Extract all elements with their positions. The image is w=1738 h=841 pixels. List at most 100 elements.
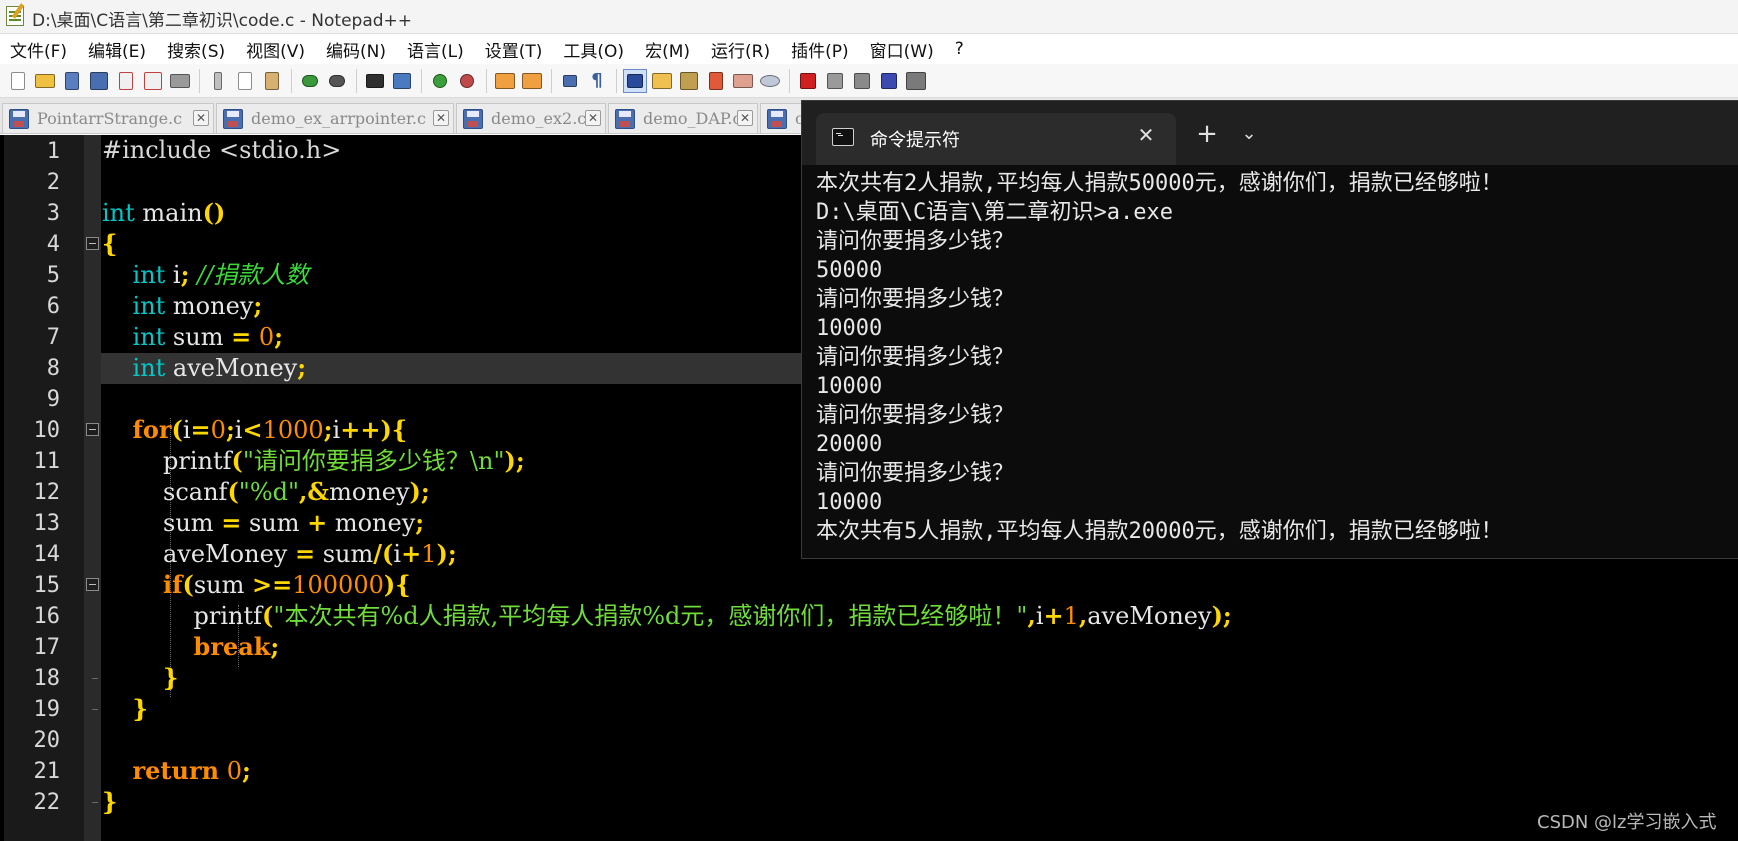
fold-toggle-icon[interactable] — [86, 423, 99, 436]
copy-icon[interactable] — [233, 69, 257, 93]
fold-toggle-icon[interactable] — [86, 578, 99, 591]
line-number: 9 — [46, 387, 60, 412]
terminal-tab-title: 命令提示符 — [870, 130, 960, 151]
folder-workspace-icon[interactable] — [704, 69, 728, 93]
close-icon[interactable] — [114, 69, 138, 93]
terminal-icon — [832, 128, 854, 146]
code-line-10: for(i=0;i<1000;i++){ — [132, 415, 408, 444]
chevron-down-icon[interactable]: ⌄ — [1234, 119, 1264, 149]
notepad-plus-plus-icon — [6, 6, 24, 26]
line-number: 18 — [33, 666, 61, 691]
menu-tools[interactable]: 工具(O) — [563, 37, 624, 62]
line-number: 15 — [33, 573, 61, 598]
fold-end-marker — [92, 709, 98, 710]
zoom-in-icon[interactable] — [428, 69, 452, 93]
title-bar: D:\桌面\C语言\第二章初识\code.c - Notepad++ — [0, 0, 1738, 34]
command-prompt-window[interactable]: 命令提示符 ✕ + ⌄ 本次共有2人捐款,平均每人捐款50000元，感谢你们，捐… — [801, 100, 1738, 559]
menu-help[interactable]: ? — [955, 39, 964, 59]
close-icon[interactable]: ✕ — [1134, 123, 1158, 147]
line-number: 10 — [33, 418, 61, 443]
toolbar-separator — [291, 68, 292, 93]
word-wrap-icon[interactable] — [558, 69, 582, 93]
cut-icon[interactable] — [206, 69, 230, 93]
terminal-line: 本次共有5人捐款,平均每人捐款20000元，感谢你们，捐款已经够啦！ — [816, 519, 1503, 544]
line-number: 17 — [33, 635, 61, 660]
line-number: 8 — [46, 356, 60, 381]
tab-label: demo_DAP.c — [643, 109, 742, 128]
terminal-line: 10000 — [816, 490, 883, 515]
window-title: D:\桌面\C语言\第二章初识\code.c - Notepad++ — [32, 11, 413, 31]
tab-code[interactable]: c — [760, 103, 804, 133]
tab-pointarrstrange[interactable]: PointarrStrange.c ✕ — [2, 103, 214, 133]
toolbar-separator — [551, 68, 552, 93]
menu-search[interactable]: 搜索(S) — [167, 37, 225, 62]
line-number: 4 — [46, 232, 60, 257]
new-file-icon[interactable] — [6, 69, 30, 93]
code-line-7: int sum = 0; — [132, 322, 283, 351]
saved-file-icon — [223, 108, 243, 129]
code-line-15: if(sum >=100000){ — [163, 570, 411, 599]
menu-view[interactable]: 视图(V) — [246, 37, 305, 62]
save-macro-icon[interactable] — [904, 69, 928, 93]
doc-map-icon[interactable] — [650, 69, 674, 93]
menu-file[interactable]: 文件(F) — [10, 37, 67, 62]
find-icon[interactable] — [363, 69, 387, 93]
redo-icon[interactable] — [325, 69, 349, 93]
code-line-8: int aveMoney; — [132, 353, 307, 382]
sync-vertical-icon[interactable] — [493, 69, 517, 93]
new-tab-plus-icon[interactable]: + — [1192, 119, 1222, 149]
saved-file-icon — [767, 108, 787, 129]
record-macro-icon[interactable] — [796, 69, 820, 93]
paste-icon[interactable] — [260, 69, 284, 93]
terminal-tab[interactable]: 命令提示符 ✕ — [816, 113, 1176, 165]
close-icon[interactable]: ✕ — [433, 110, 449, 126]
menu-language[interactable]: 语言(L) — [407, 37, 464, 62]
terminal-line: 请问你要捐多少钱？ — [816, 229, 1015, 254]
tab-demo-ex-arrpointer[interactable]: demo_ex_arrpointer.c ✕ — [216, 103, 454, 133]
undo-icon[interactable] — [298, 69, 322, 93]
zoom-out-icon[interactable] — [455, 69, 479, 93]
fold-toggle-icon[interactable] — [86, 237, 99, 250]
terminal-line: 请问你要捐多少钱？ — [816, 287, 1015, 312]
menu-macro[interactable]: 宏(M) — [645, 37, 690, 62]
run-macro-multiple-icon[interactable] — [877, 69, 901, 93]
line-number: 22 — [33, 790, 61, 815]
close-icon[interactable]: ✕ — [193, 110, 209, 126]
menu-encoding[interactable]: 编码(N) — [326, 37, 386, 62]
menu-settings[interactable]: 设置(T) — [485, 37, 543, 62]
code-line-6: int money; — [132, 291, 263, 320]
menu-run[interactable]: 运行(R) — [711, 37, 770, 62]
code-line-21: return 0; — [132, 756, 251, 785]
menu-window[interactable]: 窗口(W) — [870, 37, 934, 62]
play-macro-icon[interactable] — [850, 69, 874, 93]
sync-horizontal-icon[interactable] — [520, 69, 544, 93]
menu-edit[interactable]: 编辑(E) — [88, 37, 146, 62]
close-all-icon[interactable] — [141, 69, 165, 93]
open-file-icon[interactable] — [33, 69, 57, 93]
terminal-output: 本次共有2人捐款,平均每人捐款50000元，感谢你们，捐款已经够啦！ D:\桌面… — [816, 169, 1726, 546]
code-line-13: sum = sum + money; — [102, 508, 425, 537]
line-number: 7 — [46, 325, 60, 350]
stop-macro-icon[interactable] — [823, 69, 847, 93]
saved-file-icon — [9, 108, 29, 129]
print-icon[interactable] — [168, 69, 192, 93]
eye-icon[interactable] — [758, 69, 782, 93]
code-line-11: printf("请问你要捐多少钱？\n"); — [102, 446, 525, 475]
close-icon[interactable]: ✕ — [585, 110, 601, 126]
toolbar-separator — [199, 68, 200, 93]
replace-icon[interactable] — [390, 69, 414, 93]
function-list-icon[interactable] — [677, 69, 701, 93]
show-all-chars-icon[interactable]: ¶ — [585, 69, 609, 93]
tab-demo-ex2[interactable]: demo_ex2.c ✕ — [456, 103, 606, 133]
indent-guide-icon[interactable] — [623, 68, 647, 93]
save-icon[interactable] — [60, 69, 84, 93]
menu-plugins[interactable]: 插件(P) — [791, 37, 849, 62]
tab-demo-dap[interactable]: demo_DAP.c ✕ — [608, 103, 758, 133]
save-all-icon[interactable] — [87, 69, 111, 93]
close-icon[interactable]: ✕ — [737, 110, 753, 126]
line-number: 3 — [46, 201, 60, 226]
code-line-19: } — [132, 694, 148, 723]
monitoring-icon[interactable] — [731, 69, 755, 93]
line-number: 1 — [46, 139, 60, 164]
line-number: 19 — [33, 697, 61, 722]
